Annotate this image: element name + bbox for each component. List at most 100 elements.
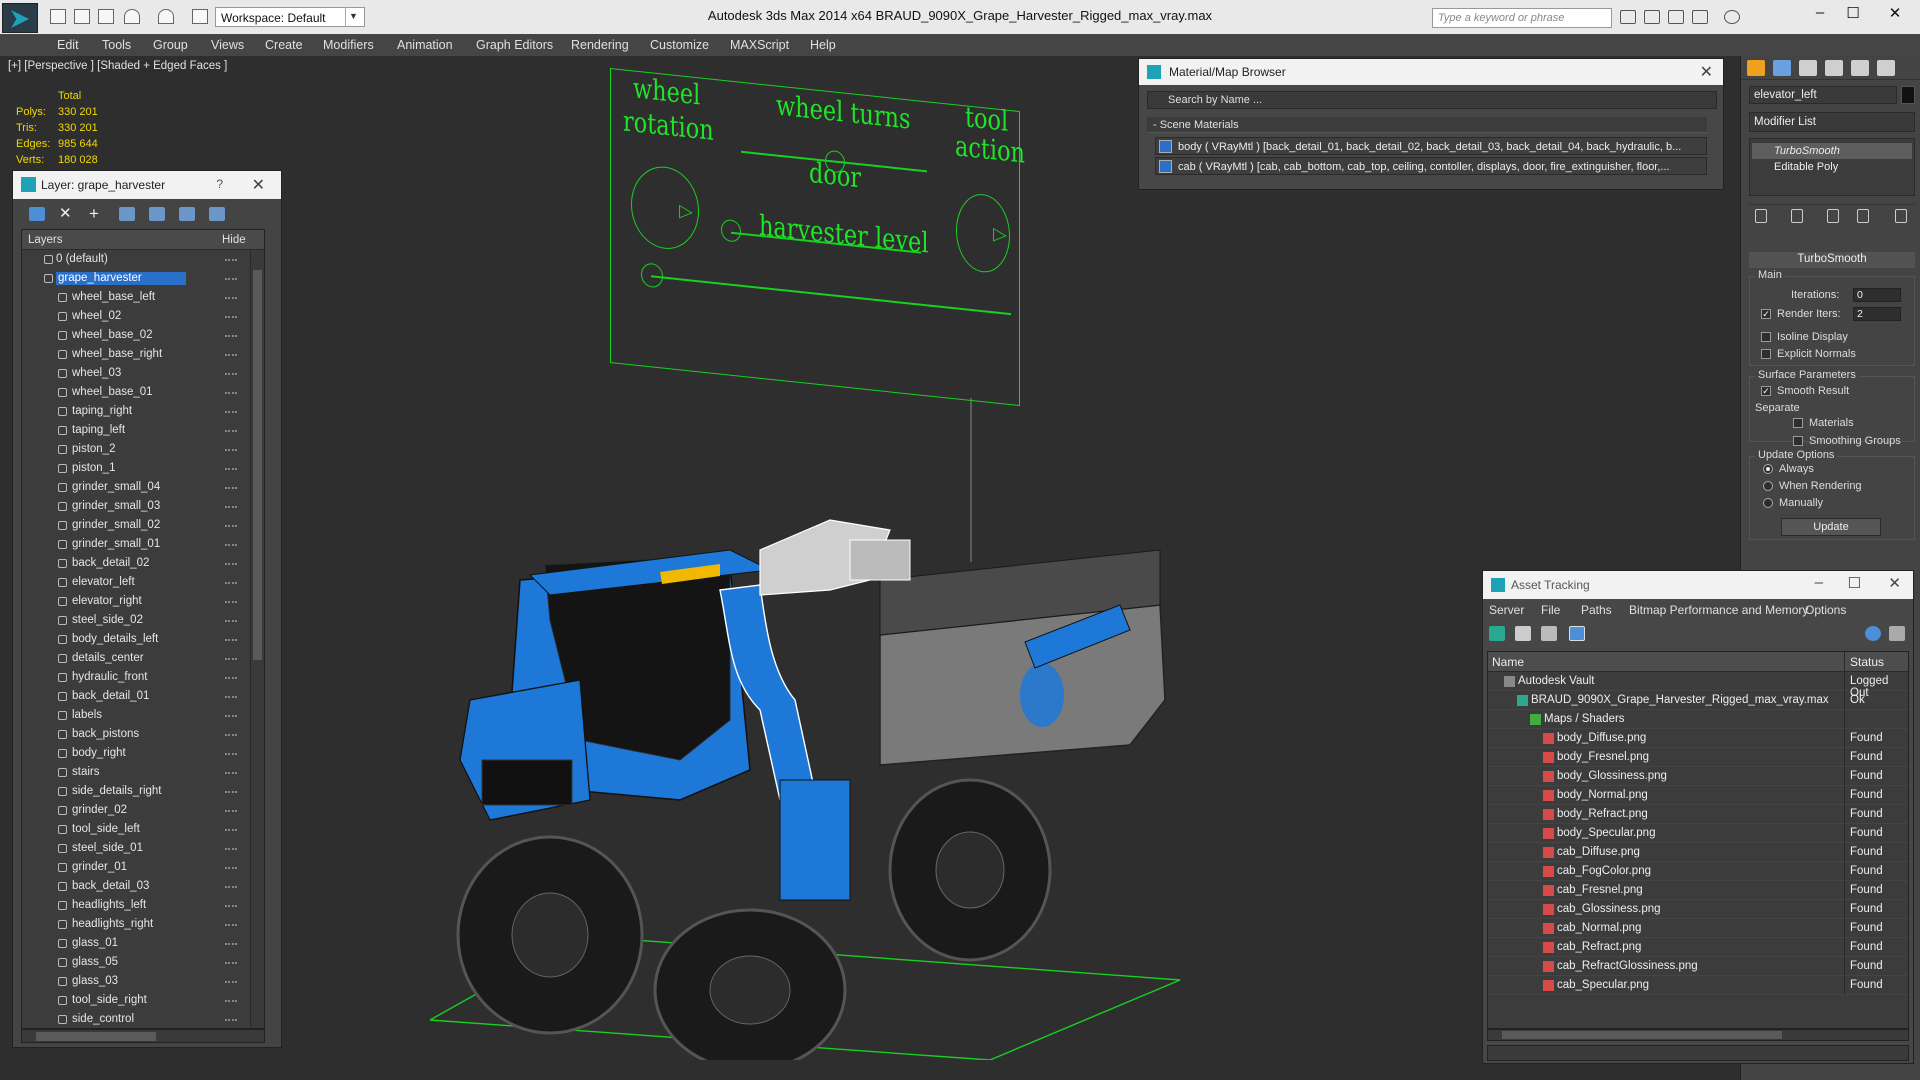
- hide-toggle[interactable]: [225, 943, 237, 945]
- hide-toggle[interactable]: [225, 1000, 237, 1002]
- hide-toggle[interactable]: [225, 411, 237, 413]
- hide-toggle[interactable]: [225, 658, 237, 660]
- layer-row[interactable]: piston_1: [22, 459, 264, 478]
- select-objects-icon[interactable]: [119, 207, 135, 221]
- layer-row[interactable]: hydraulic_front: [22, 668, 264, 687]
- layer-row[interactable]: stairs: [22, 763, 264, 782]
- layer-row[interactable]: tool_side_right: [22, 991, 264, 1010]
- smoothing-groups-checkbox[interactable]: [1793, 436, 1803, 446]
- hide-toggle[interactable]: [225, 354, 237, 356]
- column-layers[interactable]: Layers: [28, 234, 63, 246]
- hide-toggle[interactable]: [225, 772, 237, 774]
- menu-graph-editors[interactable]: Graph Editors: [476, 38, 553, 52]
- layer-row[interactable]: glass_03: [22, 972, 264, 991]
- material-row-cab[interactable]: cab ( VRayMtl ) [cab, cab_bottom, cab_to…: [1155, 157, 1707, 175]
- layer-row[interactable]: grinder_small_02: [22, 516, 264, 535]
- hide-toggle[interactable]: [225, 791, 237, 793]
- harvester-level-handle[interactable]: [641, 262, 663, 289]
- modifier-stack[interactable]: TurboSmooth Editable Poly: [1749, 138, 1915, 196]
- grid-view-icon[interactable]: [1569, 626, 1585, 641]
- asset-tracking-header[interactable]: Asset Tracking – ☐ ✕: [1483, 571, 1913, 599]
- material-browser-header[interactable]: Material/Map Browser ✕: [1139, 59, 1723, 85]
- layer-row[interactable]: wheel_03: [22, 364, 264, 383]
- menu-customize[interactable]: Customize: [650, 38, 709, 52]
- layer-row[interactable]: grinder_small_03: [22, 497, 264, 516]
- hide-toggle[interactable]: [225, 430, 237, 432]
- viewport-label[interactable]: [+] [Perspective ] [Shaded + Edged Faces…: [8, 60, 227, 72]
- horizontal-scrollbar[interactable]: [21, 1029, 265, 1043]
- layer-row[interactable]: labels: [22, 706, 264, 725]
- layer-row[interactable]: side_control: [22, 1010, 264, 1028]
- asset-row[interactable]: cab_Glossiness.png Found: [1488, 900, 1908, 919]
- minimize-button[interactable]: –: [1805, 4, 1835, 26]
- maximize-button[interactable]: ☐: [1838, 4, 1868, 26]
- layer-row[interactable]: back_detail_01: [22, 687, 264, 706]
- modifier-list-dropdown[interactable]: Modifier List: [1749, 112, 1915, 132]
- scrollbar-thumb[interactable]: [253, 270, 262, 660]
- column-divider[interactable]: [1844, 652, 1845, 672]
- close-icon[interactable]: ✕: [252, 175, 265, 195]
- horizontal-scrollbar[interactable]: [1487, 1029, 1909, 1041]
- asset-menu-paths[interactable]: Paths: [1581, 603, 1612, 617]
- menu-group[interactable]: Group: [153, 38, 188, 52]
- explicit-normals-checkbox[interactable]: [1761, 349, 1771, 359]
- hide-toggle[interactable]: [225, 601, 237, 603]
- column-name[interactable]: Name: [1492, 655, 1524, 669]
- layer-row-default[interactable]: 0 (default): [22, 250, 264, 269]
- help-icon[interactable]: [1724, 10, 1740, 24]
- asset-row[interactable]: cab_Specular.png Found: [1488, 976, 1908, 995]
- layer-row[interactable]: glass_05: [22, 953, 264, 972]
- layer-list[interactable]: Layers Hide 0 (default) grape_harvester wh…: [21, 229, 265, 1029]
- hide-toggle[interactable]: [225, 259, 237, 261]
- refresh-icon[interactable]: [1489, 626, 1505, 641]
- menu-create[interactable]: Create: [265, 38, 303, 52]
- rollout-header[interactable]: TurboSmooth: [1749, 252, 1915, 268]
- hide-toggle[interactable]: [225, 734, 237, 736]
- layer-row[interactable]: piston_2: [22, 440, 264, 459]
- hide-toggle[interactable]: [225, 867, 237, 869]
- menu-tools[interactable]: Tools: [102, 38, 131, 52]
- object-name-field[interactable]: elevator_left: [1749, 86, 1897, 104]
- layer-row[interactable]: grinder_small_04: [22, 478, 264, 497]
- materials-checkbox[interactable]: [1793, 418, 1803, 428]
- layer-row[interactable]: wheel_base_right: [22, 345, 264, 364]
- hide-toggle[interactable]: [225, 962, 237, 964]
- close-icon[interactable]: ✕: [1888, 574, 1901, 592]
- column-status[interactable]: Status: [1850, 655, 1884, 669]
- layer-row[interactable]: steel_side_01: [22, 839, 264, 858]
- menu-modifiers[interactable]: Modifiers: [323, 38, 374, 52]
- asset-row[interactable]: cab_RefractGlossiness.png Found: [1488, 957, 1908, 976]
- key-icon[interactable]: [1644, 10, 1660, 24]
- layer-row[interactable]: body_details_left: [22, 630, 264, 649]
- hide-toggle[interactable]: [225, 506, 237, 508]
- hide-toggle[interactable]: [225, 810, 237, 812]
- asset-row[interactable]: body_Refract.png Found: [1488, 805, 1908, 824]
- layer-row[interactable]: headlights_left: [22, 896, 264, 915]
- communication-icon[interactable]: [1668, 10, 1684, 24]
- asset-row[interactable]: cab_FogColor.png Found: [1488, 862, 1908, 881]
- scrollbar-thumb[interactable]: [1502, 1031, 1782, 1039]
- object-color-swatch[interactable]: [1901, 86, 1915, 104]
- stack-item-editable-poly[interactable]: Editable Poly: [1752, 159, 1912, 175]
- layer-row[interactable]: elevator_left: [22, 573, 264, 592]
- minimize-icon[interactable]: –: [1815, 574, 1823, 591]
- asset-row[interactable]: BRAUD_9090X_Grape_Harvester_Rigged_max_v…: [1488, 691, 1908, 710]
- layer-row[interactable]: wheel_02: [22, 307, 264, 326]
- hide-toggle[interactable]: [225, 392, 237, 394]
- layer-row-grape-harvester[interactable]: grape_harvester: [22, 269, 264, 288]
- iterations-spinner[interactable]: 0: [1853, 288, 1901, 302]
- table-view-icon[interactable]: [1541, 626, 1557, 641]
- layer-row[interactable]: grinder_02: [22, 801, 264, 820]
- help-icon[interactable]: [1865, 626, 1881, 641]
- close-button[interactable]: ✕: [1880, 4, 1910, 26]
- asset-row[interactable]: cab_Diffuse.png Found: [1488, 843, 1908, 862]
- hide-toggle[interactable]: [225, 753, 237, 755]
- layer-panel-header[interactable]: Layer: grape_harvester ? ✕: [13, 171, 281, 199]
- create-tab-icon[interactable]: [1747, 60, 1765, 76]
- utilities-tab-icon[interactable]: [1877, 60, 1895, 76]
- hide-toggle[interactable]: [225, 563, 237, 565]
- hide-toggle[interactable]: [225, 525, 237, 527]
- asset-row[interactable]: body_Fresnel.png Found: [1488, 748, 1908, 767]
- show-end-result-icon[interactable]: [1791, 209, 1803, 223]
- list-view-icon[interactable]: [1515, 626, 1531, 641]
